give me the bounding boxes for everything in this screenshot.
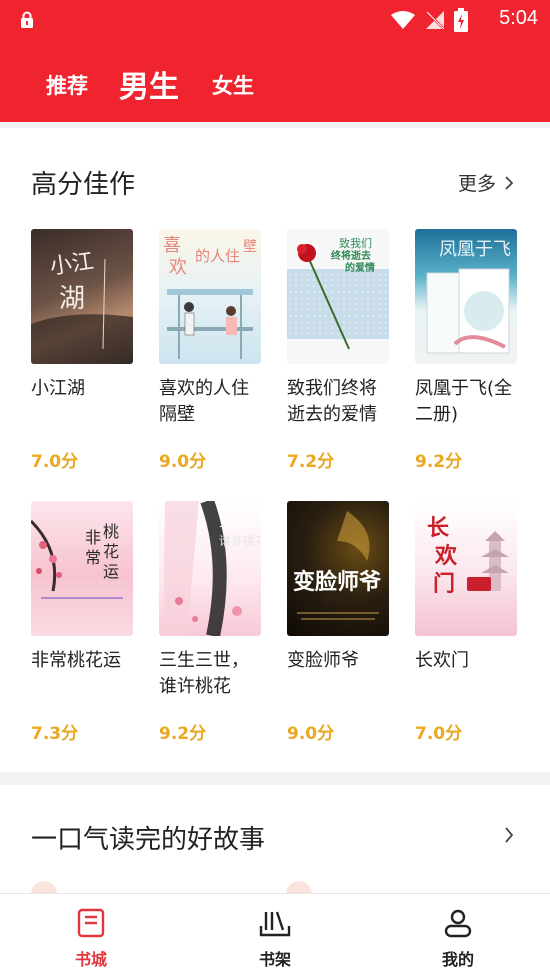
svg-text:常: 常 [85,548,101,567]
nav-label: 我的 [441,950,474,969]
book-cover[interactable]: 凤凰于飞 [415,229,517,364]
svg-text:小江: 小江 [48,249,95,280]
svg-text:凤凰于飞: 凤凰于飞 [439,239,511,260]
book-title: 致我们终将逝去的爱情 [287,378,377,425]
story-section: 一口气读完的好故事 健康局想出来的 名字教子书，分 [0,785,550,915]
svg-text:变脸师爷: 变脸师爷 [293,569,382,595]
svg-text:壁: 壁 [243,239,257,255]
bottom-navigation: 书城 书架 我的 [0,893,550,978]
book-title: 喜欢的人住隔壁 [159,378,249,425]
category-tabs: 推荐 男生 女生 [0,60,550,106]
more-button[interactable]: 更多 [458,169,514,196]
svg-text:终将逝去: 终将逝去 [331,249,371,262]
book-score: 9.0分 [287,724,335,744]
more-label: 更多 [457,173,496,195]
svg-text:致我们: 致我们 [339,236,372,250]
bookshelf-icon [259,911,291,937]
nav-profile[interactable]: 我的 [413,908,503,970]
book-title: 三生三世，谁许桃花 [159,650,249,697]
battery-icon [454,8,468,36]
chevron-right-icon[interactable] [504,826,514,844]
nav-label: 书架 [258,950,291,969]
book-cover[interactable]: 变脸师爷 [287,501,389,636]
svg-text:谁许桃花: 谁许桃花 [219,533,261,548]
book-item[interactable]: 致我们 终将逝去 的爱情 致我们终将逝去的爱情 7.2分 [287,229,389,472]
status-bar: 5:04 [0,0,550,38]
book-title: 长欢门 [415,650,469,671]
svg-text:湖: 湖 [59,284,85,314]
status-time: 5:04 [499,7,538,29]
book-title: 变脸师爷 [287,650,359,671]
book-cover[interactable]: 长 欢 门 [415,501,517,636]
book-cover[interactable]: 三生三世 谁许桃花 [159,501,261,636]
section-title: 一口气读完的好故事 [31,825,266,855]
book-cover[interactable]: 致我们 终将逝去 的爱情 [287,229,389,364]
tab-male[interactable]: 男生 [119,62,179,106]
person-icon [444,909,472,938]
book-cover[interactable]: 小江 湖 [31,229,133,364]
svg-text:欢: 欢 [434,543,458,569]
book-score: 7.0分 [31,452,79,472]
book-title: 小江湖 [31,378,85,399]
svg-text:运: 运 [103,562,119,581]
book-icon [77,908,105,938]
no-signal-icon [424,9,446,35]
book-item[interactable]: 三生三世 谁许桃花 三生三世，谁许桃花 9.2分 [159,501,261,744]
svg-text:欢: 欢 [169,257,187,278]
book-score: 7.2分 [287,452,335,472]
svg-text:桃: 桃 [103,522,119,541]
book-score: 7.0分 [415,724,463,744]
book-item[interactable]: 桃 花 运 非 常 非常桃花运 7.3分 [31,501,133,744]
book-item[interactable]: 小江 湖 小江湖 7.0分 [31,229,133,472]
nav-label: 书城 [74,950,107,969]
chevron-right-icon [505,175,514,190]
high-score-section: 高分佳作 更多 小江 湖 小江湖 7.0分 喜 欢 的人住 壁 喜欢的人住隔壁 … [0,128,550,772]
section-title: 高分佳作 [31,170,136,200]
lock-icon [19,11,35,33]
svg-text:花: 花 [103,542,119,561]
book-item[interactable]: 变脸师爷 变脸师爷 9.0分 [287,501,389,744]
book-item[interactable]: 喜 欢 的人住 壁 喜欢的人住隔壁 9.0分 [159,229,261,472]
book-title: 凤凰于飞(全二册) [415,378,513,425]
book-item[interactable]: 凤凰于飞 凤凰于飞(全二册) 9.2分 [415,229,517,472]
svg-text:长: 长 [427,515,450,541]
svg-text:的爱情: 的爱情 [345,261,375,274]
nav-bookshelf[interactable]: 书架 [230,908,320,970]
svg-text:的人住: 的人住 [195,247,240,265]
tab-female[interactable]: 女生 [212,70,254,100]
nav-bookstore[interactable]: 书城 [46,908,136,970]
wifi-icon [390,10,416,34]
book-score: 7.3分 [31,724,79,744]
book-title: 非常桃花运 [31,650,121,671]
book-item[interactable]: 长 欢 门 长欢门 7.0分 [415,501,517,744]
book-cover[interactable]: 桃 花 运 非 常 [31,501,133,636]
svg-text:门: 门 [433,571,455,597]
top-header: 5:04 推荐 男生 女生 [0,0,550,122]
book-score: 9.0分 [159,452,207,472]
book-score: 9.2分 [159,724,207,744]
book-score: 9.2分 [415,452,463,472]
svg-text:三生三世: 三生三世 [219,516,261,531]
book-cover[interactable]: 喜 欢 的人住 壁 [159,229,261,364]
svg-text:非: 非 [85,528,101,547]
svg-text:喜: 喜 [163,235,181,256]
tab-recommend[interactable]: 推荐 [46,70,88,100]
